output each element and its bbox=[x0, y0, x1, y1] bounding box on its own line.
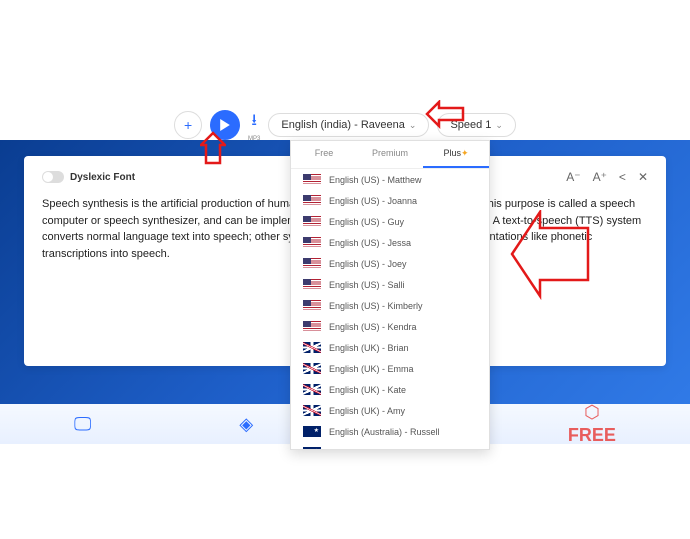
voice-item[interactable]: English (UK) - Emma bbox=[291, 358, 489, 379]
add-button[interactable]: + bbox=[174, 111, 202, 139]
monitor-icon: 🖵 bbox=[74, 414, 91, 435]
dyslexic-label: Dyslexic Font bbox=[70, 172, 135, 183]
voice-item-label: English (UK) - Emma bbox=[329, 364, 414, 374]
flag-icon-us bbox=[303, 258, 321, 269]
download-label: MP3 bbox=[248, 136, 260, 142]
voice-item[interactable]: English (US) - Joanna bbox=[291, 190, 489, 211]
flag-icon-uk bbox=[303, 363, 321, 374]
voice-item[interactable]: English (US) - Kimberly bbox=[291, 295, 489, 316]
play-button[interactable] bbox=[210, 110, 240, 140]
play-icon bbox=[219, 119, 231, 131]
font-increase-button[interactable]: A⁺ bbox=[593, 170, 607, 184]
voice-selector[interactable]: English (india) - Raveena ⌄ bbox=[268, 113, 429, 137]
flag-icon-us bbox=[303, 174, 321, 185]
speed-selector[interactable]: Speed 1 ⌄ bbox=[437, 113, 516, 137]
voice-item[interactable]: English (Australia) - Russell bbox=[291, 421, 489, 442]
sparkle-icon: ✦ bbox=[461, 148, 469, 158]
voice-item-label: English (Australia) - Nicole bbox=[329, 448, 435, 450]
chevron-down-icon: ⌄ bbox=[495, 120, 503, 131]
package-icon: ⬡ bbox=[584, 402, 600, 423]
voice-list[interactable]: English (US) - Matthew English (US) - Joa… bbox=[291, 169, 489, 449]
flag-icon-au bbox=[303, 447, 321, 449]
flag-icon-us bbox=[303, 321, 321, 332]
flag-icon-uk bbox=[303, 384, 321, 395]
font-decrease-button[interactable]: A⁻ bbox=[566, 170, 580, 184]
voice-item[interactable]: English (UK) - Amy bbox=[291, 400, 489, 421]
download-button[interactable]: ⭳ MP3 bbox=[248, 109, 260, 142]
voice-item-label: English (UK) - Brian bbox=[329, 343, 409, 353]
flag-icon-au bbox=[303, 426, 321, 437]
voice-item[interactable]: English (UK) - Brian bbox=[291, 337, 489, 358]
tab-plus[interactable]: Plus✦ bbox=[423, 141, 489, 168]
chevron-down-icon: ⌄ bbox=[409, 120, 417, 131]
voice-item-label: English (Australia) - Russell bbox=[329, 427, 440, 437]
speed-label: Speed 1 bbox=[450, 119, 491, 131]
flag-icon-uk bbox=[303, 342, 321, 353]
voice-item-label: English (US) - Matthew bbox=[329, 175, 422, 185]
voice-item[interactable]: English (US) - Matthew bbox=[291, 169, 489, 190]
voice-item[interactable]: English (US) - Salli bbox=[291, 274, 489, 295]
voice-item[interactable]: English (Australia) - Nicole bbox=[291, 442, 489, 449]
voice-selected-label: English (india) - Raveena bbox=[281, 119, 405, 131]
voice-item-label: English (US) - Joanna bbox=[329, 196, 417, 206]
share-icon[interactable]: < bbox=[619, 170, 626, 184]
download-icon: ⭳ bbox=[251, 109, 257, 136]
voice-item[interactable]: English (UK) - Kate bbox=[291, 379, 489, 400]
feature-package[interactable]: ⬡ FREE bbox=[568, 402, 616, 446]
dyslexic-toggle[interactable] bbox=[42, 171, 64, 183]
voice-item[interactable]: English (US) - Guy bbox=[291, 211, 489, 232]
tab-premium[interactable]: Premium bbox=[357, 141, 423, 168]
voice-item[interactable]: English (US) - Joey bbox=[291, 253, 489, 274]
feature-free-label-2: FREE bbox=[568, 425, 616, 446]
flag-icon-us bbox=[303, 195, 321, 206]
voice-item-label: English (US) - Kimberly bbox=[329, 301, 423, 311]
voice-item-label: English (US) - Jessa bbox=[329, 238, 411, 248]
feature-monitor[interactable]: 🖵 bbox=[74, 414, 91, 435]
diamond-icon: ◈ bbox=[239, 414, 253, 435]
voice-item-label: English (US) - Joey bbox=[329, 259, 407, 269]
voice-item[interactable]: English (US) - Jessa bbox=[291, 232, 489, 253]
close-icon[interactable]: ✕ bbox=[638, 170, 648, 184]
flag-icon-us bbox=[303, 237, 321, 248]
main-toolbar: + ⭳ MP3 English (india) - Raveena ⌄ Spee… bbox=[0, 105, 690, 145]
dyslexic-toggle-row: Dyslexic Font bbox=[42, 171, 135, 183]
voice-item-label: English (US) - Kendra bbox=[329, 322, 417, 332]
tab-plus-label: Plus bbox=[443, 148, 461, 158]
voice-item-label: English (UK) - Kate bbox=[329, 385, 406, 395]
tab-free[interactable]: Free bbox=[291, 141, 357, 168]
flag-icon-us bbox=[303, 279, 321, 290]
voice-dropdown: Free Premium Plus✦ English (US) - Matthe… bbox=[290, 140, 490, 450]
voice-item[interactable]: English (US) - Kendra bbox=[291, 316, 489, 337]
voice-item-label: English (UK) - Amy bbox=[329, 406, 405, 416]
flag-icon-us bbox=[303, 300, 321, 311]
flag-icon-uk bbox=[303, 405, 321, 416]
voice-item-label: English (US) - Guy bbox=[329, 217, 404, 227]
feature-premium[interactable]: ◈ bbox=[239, 414, 253, 435]
flag-icon-us bbox=[303, 216, 321, 227]
voice-item-label: English (US) - Salli bbox=[329, 280, 405, 290]
